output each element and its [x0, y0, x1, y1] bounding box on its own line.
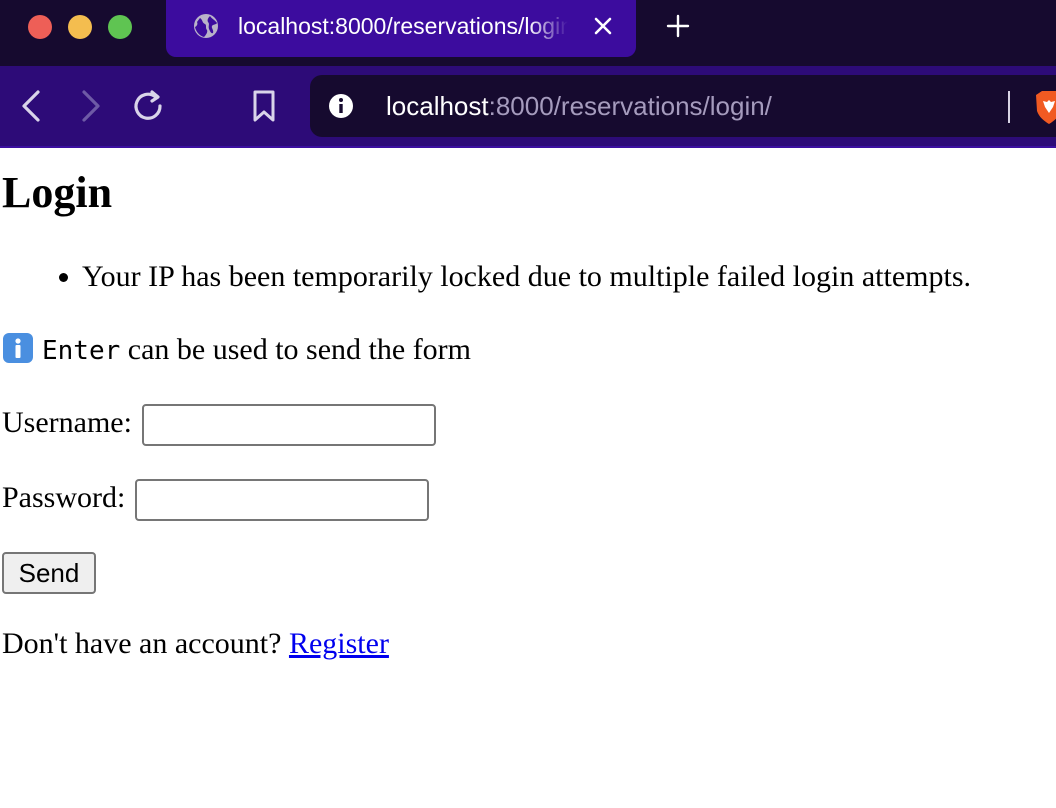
register-prompt: Don't have an account? Register — [2, 627, 389, 661]
username-input[interactable] — [141, 404, 436, 446]
close-window-button[interactable] — [28, 15, 52, 39]
address-bar-divider — [1008, 91, 1010, 123]
enter-key: Enter — [42, 336, 121, 366]
url-text[interactable]: localhost:8000/reservations/login/ — [386, 89, 772, 123]
url-path: :8000/reservations/login/ — [488, 91, 772, 121]
plus-icon[interactable] — [666, 14, 690, 38]
minimize-window-button[interactable] — [68, 15, 92, 39]
register-link[interactable]: Register — [289, 627, 389, 660]
back-arrow-icon[interactable] — [14, 88, 50, 124]
password-label: Password: — [2, 480, 126, 514]
page-title: Login — [2, 168, 113, 217]
reload-icon[interactable] — [130, 88, 166, 124]
username-label: Username: — [2, 405, 132, 439]
brave-shield-icon[interactable] — [1032, 89, 1056, 125]
send-button[interactable]: Send — [2, 552, 96, 594]
message-list: Your IP has been temporarily locked due … — [2, 260, 971, 294]
register-prompt-text: Don't have an account? — [2, 627, 289, 660]
close-icon[interactable] — [592, 15, 614, 37]
url-host: localhost — [386, 91, 489, 121]
error-message: Your IP has been temporarily locked due … — [2, 260, 971, 294]
info-icon[interactable] — [328, 93, 354, 119]
globe-icon — [194, 14, 218, 38]
browser-tab[interactable]: localhost:8000/reservations/login/ — [166, 0, 636, 57]
forward-arrow-icon[interactable] — [72, 88, 108, 124]
browser-toolbar: localhost:8000/reservations/login/ — [0, 66, 1056, 146]
browser-tab-bar: localhost:8000/reservations/login/ — [0, 0, 1056, 66]
password-input[interactable] — [135, 479, 430, 521]
zoom-window-button[interactable] — [108, 15, 132, 39]
tab-title: localhost:8000/reservations/login/ — [238, 13, 568, 39]
toolbar-edge — [0, 146, 1056, 148]
address-bar[interactable]: localhost:8000/reservations/login/ — [310, 75, 1056, 137]
information-icon — [3, 333, 33, 363]
error-message-text: Your IP has been temporarily locked due … — [82, 260, 971, 293]
bullet-icon — [59, 273, 68, 282]
bookmark-icon[interactable] — [246, 88, 282, 124]
username-row: Username: — [2, 404, 436, 446]
hint-text: can be used to send the form — [120, 333, 472, 366]
password-row: Password: — [2, 479, 430, 521]
enter-hint: Enter can be used to send the form — [2, 332, 471, 368]
